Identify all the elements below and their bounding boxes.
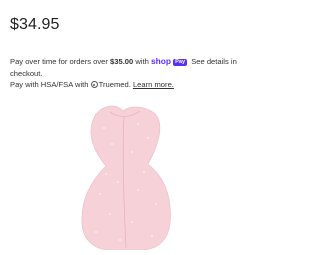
shop-pay-logo: shop bbox=[151, 56, 172, 66]
truemed-logo-icon bbox=[90, 81, 98, 88]
cut-off-link-text[interactable]: ••••• bbox=[10, 0, 34, 5]
cut-off-text: ••• bbox=[178, 0, 191, 5]
shop-pay-threshold: $35.00 bbox=[110, 57, 134, 66]
shop-pay-with-text: with bbox=[133, 57, 151, 66]
sleep-sack-illustration bbox=[81, 105, 171, 251]
shop-pay-installments-message: Pay over time for orders over $35.00 wit… bbox=[10, 55, 242, 80]
product-image[interactable] bbox=[60, 98, 190, 251]
shop-pay-badge: Pay bbox=[173, 59, 188, 66]
hsa-intro-text: Pay with HSA/FSA with bbox=[10, 80, 91, 89]
sleep-sack-body bbox=[81, 105, 171, 251]
cut-off-header: ••••• ••• bbox=[0, 0, 250, 10]
product-price: $34.95 bbox=[10, 16, 60, 33]
truemed-brand: Truemed. bbox=[98, 80, 131, 89]
shop-pay-intro-text: Pay over time for orders over bbox=[10, 57, 111, 66]
hsa-fsa-message: Pay with HSA/FSA with Truemed. Learn mor… bbox=[10, 79, 174, 91]
learn-more-link[interactable]: Learn more. bbox=[133, 80, 174, 89]
